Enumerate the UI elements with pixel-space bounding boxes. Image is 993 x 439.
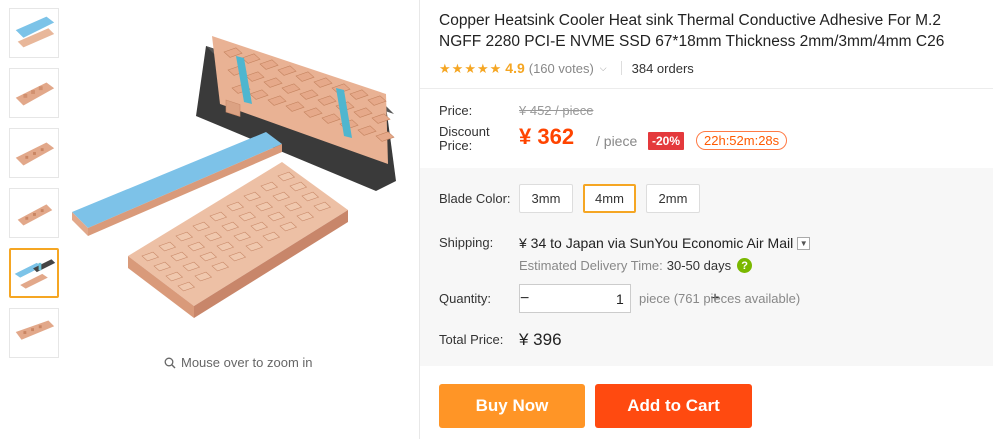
shipping-label: Shipping: [439,235,494,250]
rating-stars: ★ ★ ★ ★ ★ [439,62,501,75]
question-icon[interactable]: ? [737,258,753,273]
price-label: Price: [439,103,473,118]
separator [620,61,622,75]
decrement-button[interactable]: − [520,290,529,308]
magnifier-icon [164,357,176,368]
quantity-stepper: − + [519,284,720,313]
thumbnail-2[interactable] [9,68,59,118]
star-icon: ★ [464,60,476,76]
rating-value: 4.9 [505,60,525,76]
star-icon: ★ [489,60,502,76]
total-price-label: Total Price: [439,332,504,347]
buy-now-button[interactable]: Buy Now [439,384,585,428]
thumbnail-1[interactable] [9,8,59,58]
thumbnail-4[interactable] [9,188,59,238]
thumbnail-6[interactable] [9,308,59,358]
option-2mm[interactable]: 2mm [646,184,700,213]
orders-count: 384 orders [631,60,694,76]
option-3mm[interactable]: 3mm [519,184,573,213]
discount-price-label: Discount Price: [439,124,490,153]
delivery-info: Estimated Delivery Time: 30-50 days ? [519,258,753,273]
rating-row: ★ ★ ★ ★ ★ 4.9 (160 votes) ⌵ 384 orders [439,60,694,76]
shipping-text: ¥ 34 to Japan via SunYou Economic Air Ma… [519,235,794,251]
delivery-days: 30-50 days [666,258,732,273]
total-price: ¥ 396 [519,330,562,349]
star-icon: ★ [476,60,489,76]
add-to-cart-button[interactable]: Add to Cart [595,384,752,428]
main-product-image[interactable] [66,6,416,346]
quantity-availability: piece (761 pieces available) [639,291,801,306]
discount-price: ¥ 362 [519,124,575,149]
thumbnail-3[interactable] [9,128,59,178]
discount-badge: -20% [648,132,685,150]
star-icon: ★ [451,60,464,76]
zoom-hint: Mouse over to zoom in [164,355,313,370]
countdown-timer: 22h:52m:28s [696,131,788,150]
price-unit: / piece [596,133,638,149]
divider [420,88,993,89]
thumbnail-5[interactable] [9,248,59,298]
quantity-label: Quantity: [439,291,492,306]
chevron-down-icon[interactable]: ⌵ [600,63,607,74]
original-price: ¥ 452 / piece [519,103,594,118]
blade-color-label: Blade Color: [439,191,511,206]
option-4mm[interactable]: 4mm [583,184,636,213]
chevron-down-icon[interactable]: ▼ [797,236,811,250]
star-icon: ★ [439,60,451,76]
zoom-hint-text: Mouse over to zoom in [181,355,313,370]
delivery-label: Estimated Delivery Time: [519,258,663,273]
product-title: Copper Heatsink Cooler Heat sink Thermal… [439,12,945,50]
shipping-info: ¥ 34 to Japan via SunYou Economic Air Ma… [519,235,811,251]
votes-link[interactable]: (160 votes) [529,61,594,76]
